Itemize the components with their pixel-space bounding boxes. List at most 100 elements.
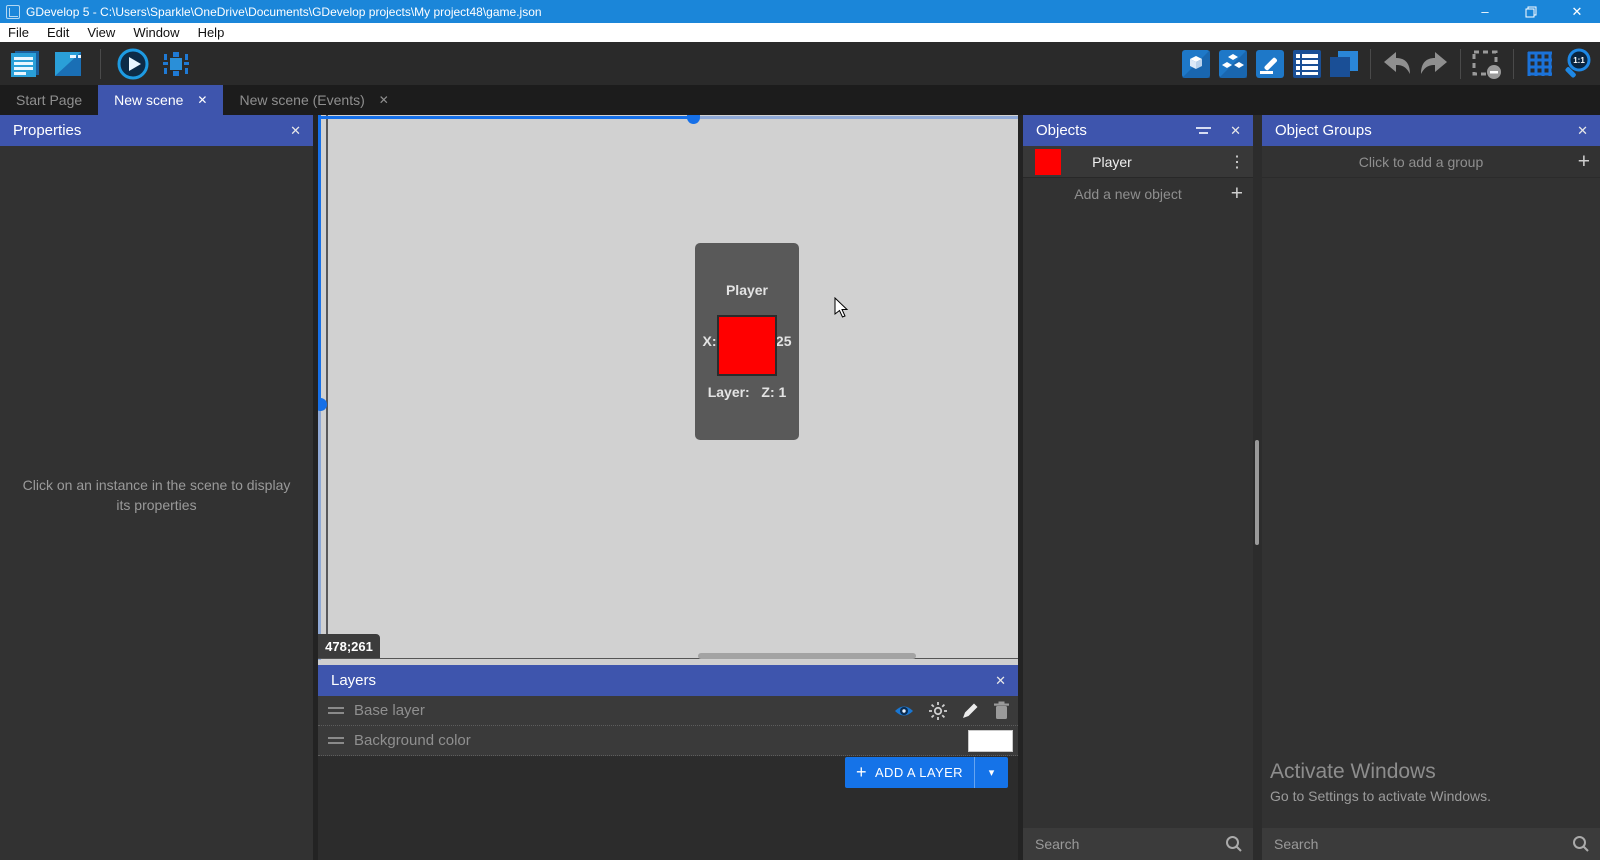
drag-handle-icon[interactable] xyxy=(328,737,344,744)
filter-icon[interactable] xyxy=(1196,127,1211,134)
game-window-left-edge xyxy=(318,115,321,405)
object-list-item-player[interactable]: Player ⋮ xyxy=(1023,146,1253,178)
window-title: GDevelop 5 - C:\Users\Sparkle\OneDrive\D… xyxy=(26,5,542,19)
groups-search-bar xyxy=(1262,828,1600,860)
restore-button[interactable] xyxy=(1508,0,1554,23)
svg-text:1:1: 1:1 xyxy=(1573,56,1585,65)
edit-pencil-icon[interactable] xyxy=(961,701,980,720)
open-scene-button[interactable] xyxy=(51,47,85,81)
menu-edit[interactable]: Edit xyxy=(38,23,78,42)
properties-panel-header: Properties ✕ xyxy=(0,115,313,146)
objects-panel-icon xyxy=(1181,49,1211,79)
menu-window[interactable]: Window xyxy=(124,23,188,42)
layer-name: Base layer xyxy=(354,702,425,719)
chevron-down-icon: ▾ xyxy=(989,766,995,779)
debug-button[interactable] xyxy=(159,47,193,81)
menu-view[interactable]: View xyxy=(78,23,124,42)
zoom-1-1-icon: 1:1 xyxy=(1561,48,1593,80)
project-manager-button[interactable] xyxy=(8,47,42,81)
toolbar-separator xyxy=(1513,49,1514,79)
close-tab-icon[interactable]: ✕ xyxy=(379,93,389,107)
close-icon[interactable]: ✕ xyxy=(290,123,301,139)
resize-handle-top[interactable] xyxy=(687,115,700,124)
toggle-layers-panel-button[interactable] xyxy=(1290,47,1324,81)
close-icon[interactable]: ✕ xyxy=(995,673,1006,689)
gdevelop-logo-icon xyxy=(6,5,20,19)
toggle-objects-panel-button[interactable] xyxy=(1179,47,1213,81)
player-instance[interactable] xyxy=(717,315,777,376)
close-icon[interactable]: ✕ xyxy=(1230,123,1241,139)
bug-icon xyxy=(160,48,192,80)
tab-new-scene-events[interactable]: New scene (Events) ✕ xyxy=(223,85,404,115)
object-groups-panel: Object Groups ✕ Click to add a group + A… xyxy=(1262,115,1600,860)
game-window-top-edge xyxy=(318,116,694,119)
objects-search-bar xyxy=(1023,828,1253,860)
toolbar-separator xyxy=(1460,49,1461,79)
close-button[interactable]: ✕ xyxy=(1554,0,1600,23)
start-preview-button[interactable] xyxy=(116,47,150,81)
toolbar: 1:1 xyxy=(0,42,1600,85)
grid-icon xyxy=(1525,49,1555,79)
add-object-row[interactable]: Add a new object + xyxy=(1023,178,1253,210)
plus-icon: + xyxy=(1231,182,1243,206)
layer-name: Background color xyxy=(354,732,471,749)
menu-help[interactable]: Help xyxy=(189,23,234,42)
layer-row-background[interactable]: Background color xyxy=(318,726,1018,756)
toggle-instances-panel-button[interactable] xyxy=(1327,47,1361,81)
tab-label: New scene xyxy=(114,92,183,108)
add-layer-dropdown-button[interactable]: ▾ xyxy=(974,757,1008,788)
object-groups-panel-icon xyxy=(1218,49,1248,79)
restore-icon xyxy=(1525,6,1537,18)
tab-new-scene[interactable]: New scene ✕ xyxy=(98,85,223,115)
vertical-scrollbar[interactable] xyxy=(1255,440,1259,545)
scene-canvas[interactable]: Player X: 446 Y: 225 Layer: Z: 1 478;261 xyxy=(318,115,1018,660)
layers-panel: Layers ✕ Base layer xyxy=(318,660,1018,860)
tooltip-object-name: Player xyxy=(697,282,797,299)
toggle-object-groups-panel-button[interactable] xyxy=(1216,47,1250,81)
mouse-cursor-icon xyxy=(834,297,850,319)
undo-button[interactable] xyxy=(1380,47,1414,81)
properties-empty-message: Click on an instance in the scene to dis… xyxy=(0,475,313,515)
groups-search-input[interactable] xyxy=(1274,836,1572,852)
layers-panel-header: Layers ✕ xyxy=(318,665,1018,696)
horizontal-scrollbar[interactable] xyxy=(698,653,916,659)
activate-windows-watermark: Activate Windows xyxy=(1270,760,1436,784)
objects-search-input[interactable] xyxy=(1035,836,1225,852)
toggle-grid-button[interactable] xyxy=(1523,47,1557,81)
drag-handle-icon[interactable] xyxy=(328,707,344,714)
edit-properties-icon xyxy=(1255,49,1285,79)
play-icon xyxy=(116,47,150,81)
layer-effects-icon[interactable] xyxy=(928,701,948,721)
minimize-button[interactable]: – xyxy=(1462,0,1508,23)
close-icon[interactable]: ✕ xyxy=(1577,123,1588,139)
delete-trash-icon[interactable] xyxy=(993,701,1010,720)
zoom-reset-button[interactable]: 1:1 xyxy=(1560,47,1594,81)
toggle-mask-button[interactable] xyxy=(1470,47,1504,81)
search-icon xyxy=(1225,835,1243,853)
visibility-eye-icon[interactable] xyxy=(893,703,915,719)
panel-title: Properties xyxy=(13,122,81,139)
game-window-border xyxy=(326,115,328,659)
redo-button[interactable] xyxy=(1417,47,1451,81)
add-group-label: Click to add a group xyxy=(1262,154,1600,170)
add-group-row[interactable]: Click to add a group + xyxy=(1262,146,1600,178)
objects-panel: Objects ✕ Player ⋮ Add a new object + xyxy=(1023,115,1253,860)
layer-row-base[interactable]: Base layer xyxy=(318,696,1018,726)
title-bar: GDevelop 5 - C:\Users\Sparkle\OneDrive\D… xyxy=(0,0,1600,23)
objects-scrollbar-track xyxy=(1253,115,1262,860)
add-layer-button[interactable]: + ADD A LAYER ▾ xyxy=(845,757,1008,788)
tab-start-page[interactable]: Start Page xyxy=(0,85,98,115)
toolbar-separator xyxy=(100,49,101,79)
plus-icon: + xyxy=(856,762,867,783)
close-tab-icon[interactable]: ✕ xyxy=(197,93,207,107)
kebab-menu-icon[interactable]: ⋮ xyxy=(1229,152,1245,172)
tab-label: New scene (Events) xyxy=(239,92,364,108)
toolbar-separator xyxy=(1370,49,1371,79)
tab-bar: Start Page New scene ✕ New scene (Events… xyxy=(0,85,1600,115)
open-scene-properties-button[interactable] xyxy=(1253,47,1287,81)
properties-panel: Properties ✕ Click on an instance in the… xyxy=(0,115,313,860)
instances-panel-icon xyxy=(1328,49,1360,79)
background-color-swatch[interactable] xyxy=(968,730,1013,752)
menu-file[interactable]: File xyxy=(0,23,38,42)
search-icon xyxy=(1572,835,1590,853)
